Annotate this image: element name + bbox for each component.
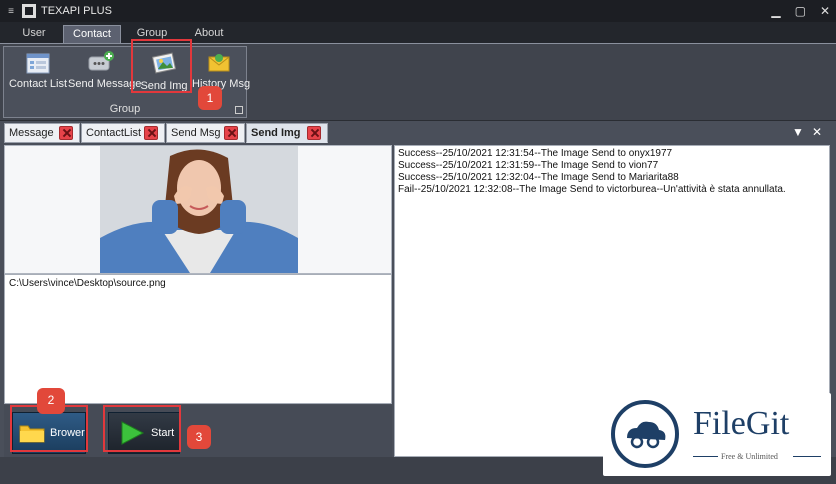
tab-close-icon[interactable] — [144, 126, 158, 140]
app-logo-icon — [22, 4, 36, 18]
contact-list-icon — [26, 53, 50, 74]
tab-contactlist-label: ContactList — [86, 127, 142, 139]
tab-message[interactable]: Message — [4, 123, 80, 143]
filegit-watermark: FileGit Free & Unlimited — [603, 393, 831, 476]
tab-close-icon[interactable] — [307, 126, 321, 140]
tab-send-msg[interactable]: Send Msg — [166, 123, 245, 143]
send-message-button[interactable]: Send Message — [68, 51, 142, 95]
log-line: Success--25/10/2021 12:32:04--The Image … — [398, 172, 679, 183]
pane-close-icon[interactable]: ✕ — [812, 125, 822, 139]
tab-send-img[interactable]: Send Img — [246, 123, 328, 143]
log-line: Success--25/10/2021 12:31:59--The Image … — [398, 160, 659, 171]
step-badge-2: 2 — [37, 388, 65, 414]
tab-close-icon[interactable] — [59, 126, 73, 140]
send-message-label: Send Message — [68, 78, 142, 90]
send-message-icon — [88, 51, 114, 71]
log-line: Fail--25/10/2021 12:32:08--The Image Sen… — [398, 184, 786, 195]
start-highlight — [103, 405, 181, 452]
watermark-rule — [793, 456, 821, 457]
contact-list-label: Contact List — [8, 78, 68, 90]
send-img-highlight — [131, 39, 192, 93]
maximize-icon[interactable]: ▢ — [795, 4, 806, 18]
image-preview-area — [4, 145, 392, 274]
tab-message-label: Message — [9, 127, 54, 139]
ribbon: Contact List Send Message Send Img Histo… — [0, 43, 836, 121]
tab-send-msg-label: Send Msg — [171, 127, 221, 139]
image-preview — [100, 146, 298, 273]
step-badge-1: 1 — [198, 86, 222, 110]
log-line: Success--25/10/2021 12:31:54--The Image … — [398, 148, 673, 159]
menu-bar: User Contact Group About — [0, 22, 836, 43]
close-icon[interactable]: ✕ — [820, 4, 830, 18]
filegit-logo-icon — [611, 400, 679, 468]
watermark-title: FileGit — [693, 405, 790, 442]
file-path-box[interactable]: C:\Users\vince\Desktop\source.png — [4, 274, 392, 404]
step-badge-3: 3 — [187, 425, 211, 449]
menu-tab-contact[interactable]: Contact — [63, 25, 121, 43]
system-menu-icon[interactable]: ≡ — [4, 6, 18, 17]
minimize-icon[interactable]: ▁ — [771, 4, 780, 18]
title-bar: ≡ TEXAPI PLUS ▁ ▢ ✕ — [0, 0, 836, 22]
group-launcher-icon[interactable] — [235, 106, 243, 114]
pane-dropdown-icon[interactable]: ▼ — [792, 125, 804, 139]
document-tabs: Message ContactList Send Msg Send Img ▼ … — [0, 121, 836, 143]
tab-send-img-label: Send Img — [251, 127, 301, 139]
watermark-subtitle: Free & Unlimited — [721, 452, 778, 461]
tab-contactlist[interactable]: ContactList — [81, 123, 165, 143]
tab-close-icon[interactable] — [224, 126, 238, 140]
menu-tab-user[interactable]: User — [14, 25, 54, 43]
contact-list-button[interactable]: Contact List — [7, 51, 69, 95]
menu-tab-about[interactable]: About — [186, 25, 232, 43]
app-title: TEXAPI PLUS — [41, 5, 112, 17]
watermark-rule — [693, 456, 718, 457]
history-msg-icon — [208, 54, 230, 72]
